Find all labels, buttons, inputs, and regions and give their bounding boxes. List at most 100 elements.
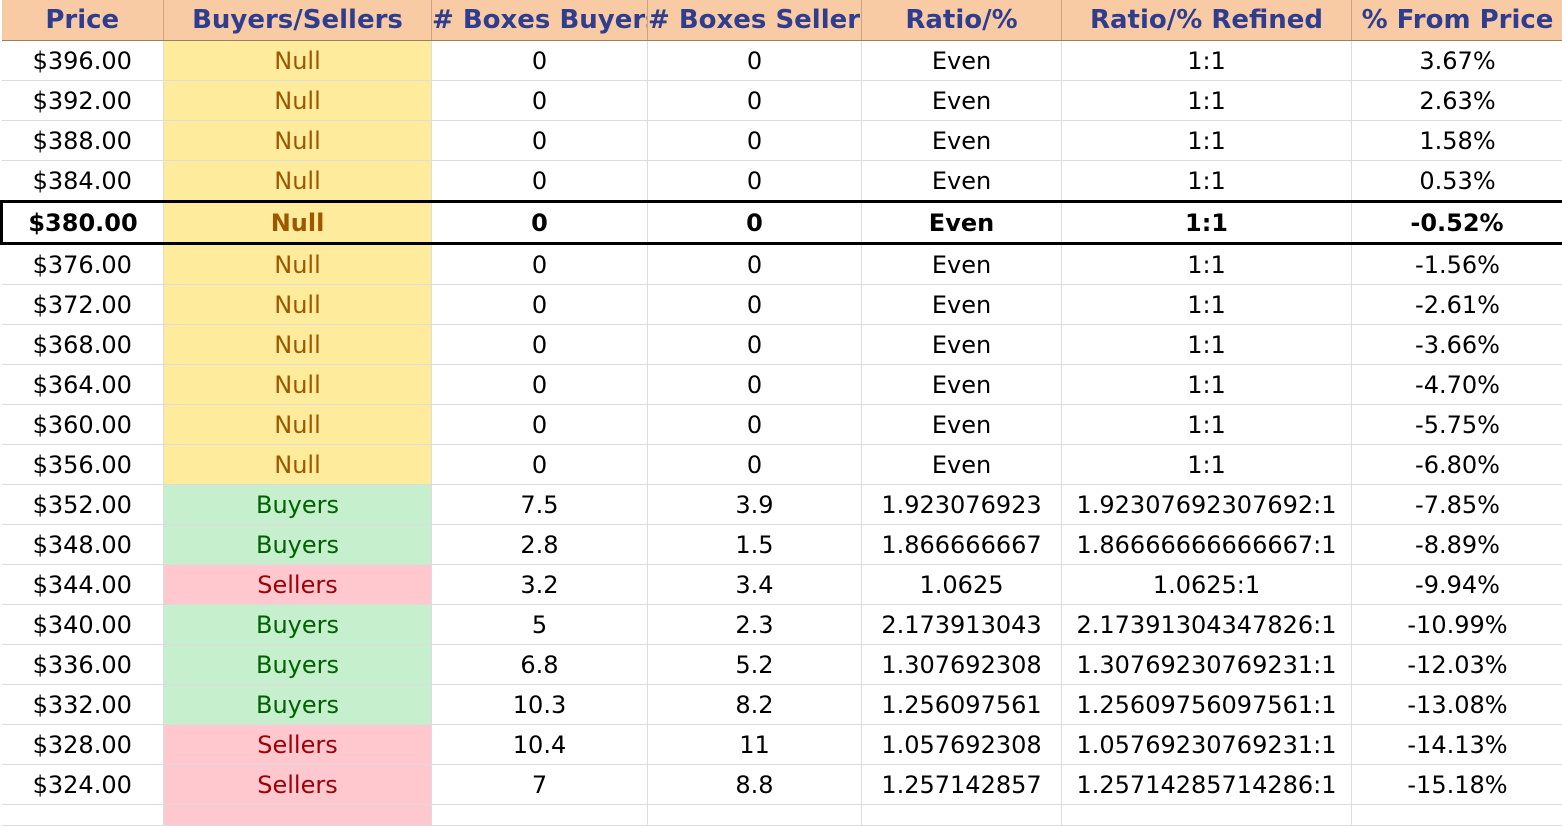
side-cell[interactable]: Null (164, 244, 432, 285)
pct-from-price-cell[interactable]: -15.18% (1352, 765, 1562, 805)
side-cell[interactable]: Null (164, 202, 432, 244)
ratio-refined-cell[interactable]: 1:1 (1062, 202, 1352, 244)
boxes-sellers-cell[interactable]: 0 (648, 445, 862, 485)
ratio-refined-cell[interactable]: 1.92307692307692:1 (1062, 485, 1352, 525)
boxes-sellers-cell[interactable]: 0 (648, 244, 862, 285)
empty-cell[interactable] (1352, 805, 1562, 826)
ratio-cell[interactable]: 1.057692308 (862, 725, 1062, 765)
boxes-sellers-cell[interactable]: 1.5 (648, 525, 862, 565)
price-cell[interactable]: $368.00 (2, 325, 164, 365)
boxes-sellers-cell[interactable]: 0 (648, 405, 862, 445)
pct-from-price-cell[interactable]: -0.52% (1352, 202, 1562, 244)
boxes-buyers-cell[interactable]: 0 (432, 121, 648, 161)
side-cell[interactable]: Buyers (164, 645, 432, 685)
side-cell[interactable]: Buyers (164, 605, 432, 645)
ratio-refined-cell[interactable]: 1.25714285714286:1 (1062, 765, 1352, 805)
boxes-buyers-cell[interactable]: 7.5 (432, 485, 648, 525)
boxes-buyers-cell[interactable]: 0 (432, 405, 648, 445)
pct-from-price-cell[interactable]: -5.75% (1352, 405, 1562, 445)
header-ratio[interactable]: Ratio/% (862, 0, 1062, 41)
price-cell[interactable]: $388.00 (2, 121, 164, 161)
ratio-refined-cell[interactable]: 1.05769230769231:1 (1062, 725, 1352, 765)
price-cell[interactable]: $348.00 (2, 525, 164, 565)
pct-from-price-cell[interactable]: -3.66% (1352, 325, 1562, 365)
price-cell[interactable]: $364.00 (2, 365, 164, 405)
boxes-sellers-cell[interactable]: 8.8 (648, 765, 862, 805)
boxes-sellers-cell[interactable]: 2.3 (648, 605, 862, 645)
boxes-buyers-cell[interactable]: 0 (432, 445, 648, 485)
ratio-cell[interactable]: 1.307692308 (862, 645, 1062, 685)
header-price[interactable]: Price (2, 0, 164, 41)
side-cell[interactable]: Null (164, 285, 432, 325)
price-cell[interactable]: $396.00 (2, 41, 164, 81)
pct-from-price-cell[interactable]: 3.67% (1352, 41, 1562, 81)
ratio-cell[interactable]: Even (862, 405, 1062, 445)
side-cell[interactable]: Null (164, 445, 432, 485)
ratio-cell[interactable]: Even (862, 285, 1062, 325)
header-pct-from-price[interactable]: % From Price (1352, 0, 1562, 41)
boxes-buyers-cell[interactable]: 7 (432, 765, 648, 805)
side-cell[interactable]: Buyers (164, 525, 432, 565)
price-cell[interactable]: $380.00 (2, 202, 164, 244)
price-cell[interactable]: $376.00 (2, 244, 164, 285)
boxes-sellers-cell[interactable]: 0 (648, 41, 862, 81)
empty-cell[interactable] (432, 805, 648, 826)
side-cell[interactable]: Buyers (164, 485, 432, 525)
empty-cell[interactable] (648, 805, 862, 826)
pct-from-price-cell[interactable]: -7.85% (1352, 485, 1562, 525)
boxes-sellers-cell[interactable]: 0 (648, 325, 862, 365)
side-cell[interactable]: Null (164, 121, 432, 161)
pct-from-price-cell[interactable]: -14.13% (1352, 725, 1562, 765)
boxes-sellers-cell[interactable]: 5.2 (648, 645, 862, 685)
empty-cell[interactable] (862, 805, 1062, 826)
side-cell[interactable]: Null (164, 161, 432, 202)
price-cell[interactable]: $324.00 (2, 765, 164, 805)
pct-from-price-cell[interactable]: 0.53% (1352, 161, 1562, 202)
ratio-cell[interactable]: 2.173913043 (862, 605, 1062, 645)
boxes-sellers-cell[interactable]: 0 (648, 365, 862, 405)
ratio-cell[interactable]: 1.0625 (862, 565, 1062, 605)
ratio-cell[interactable]: 1.257142857 (862, 765, 1062, 805)
header-boxes-buyers[interactable]: # Boxes Buyers (432, 0, 648, 41)
ratio-refined-cell[interactable]: 1:1 (1062, 325, 1352, 365)
ratio-cell[interactable]: Even (862, 161, 1062, 202)
header-ratio-refined[interactable]: Ratio/% Refined (1062, 0, 1352, 41)
ratio-refined-cell[interactable]: 1:1 (1062, 445, 1352, 485)
boxes-buyers-cell[interactable]: 10.3 (432, 685, 648, 725)
ratio-refined-cell[interactable]: 1:1 (1062, 81, 1352, 121)
ratio-cell[interactable]: 1.923076923 (862, 485, 1062, 525)
pct-from-price-cell[interactable]: -6.80% (1352, 445, 1562, 485)
boxes-buyers-cell[interactable]: 0 (432, 161, 648, 202)
pct-from-price-cell[interactable]: -13.08% (1352, 685, 1562, 725)
boxes-sellers-cell[interactable]: 0 (648, 121, 862, 161)
price-cell[interactable]: $392.00 (2, 81, 164, 121)
ratio-refined-cell[interactable]: 1:1 (1062, 161, 1352, 202)
boxes-buyers-cell[interactable]: 0 (432, 285, 648, 325)
empty-cell[interactable] (164, 805, 432, 826)
price-cell[interactable]: $340.00 (2, 605, 164, 645)
price-cell[interactable]: $360.00 (2, 405, 164, 445)
header-buyers-sellers[interactable]: Buyers/Sellers (164, 0, 432, 41)
empty-cell[interactable] (1062, 805, 1352, 826)
boxes-sellers-cell[interactable]: 3.4 (648, 565, 862, 605)
ratio-cell[interactable]: Even (862, 365, 1062, 405)
boxes-buyers-cell[interactable]: 0 (432, 325, 648, 365)
pct-from-price-cell[interactable]: -1.56% (1352, 244, 1562, 285)
ratio-refined-cell[interactable]: 1:1 (1062, 41, 1352, 81)
boxes-buyers-cell[interactable]: 5 (432, 605, 648, 645)
pct-from-price-cell[interactable]: -8.89% (1352, 525, 1562, 565)
side-cell[interactable]: Sellers (164, 765, 432, 805)
price-cell[interactable]: $384.00 (2, 161, 164, 202)
empty-cell[interactable] (2, 805, 164, 826)
side-cell[interactable]: Null (164, 405, 432, 445)
pct-from-price-cell[interactable]: -2.61% (1352, 285, 1562, 325)
side-cell[interactable]: Null (164, 365, 432, 405)
header-boxes-sellers[interactable]: # Boxes Sellers (648, 0, 862, 41)
boxes-sellers-cell[interactable]: 0 (648, 285, 862, 325)
ratio-refined-cell[interactable]: 1:1 (1062, 405, 1352, 445)
price-cell[interactable]: $372.00 (2, 285, 164, 325)
ratio-refined-cell[interactable]: 1:1 (1062, 285, 1352, 325)
boxes-buyers-cell[interactable]: 2.8 (432, 525, 648, 565)
boxes-buyers-cell[interactable]: 6.8 (432, 645, 648, 685)
ratio-cell[interactable]: Even (862, 445, 1062, 485)
